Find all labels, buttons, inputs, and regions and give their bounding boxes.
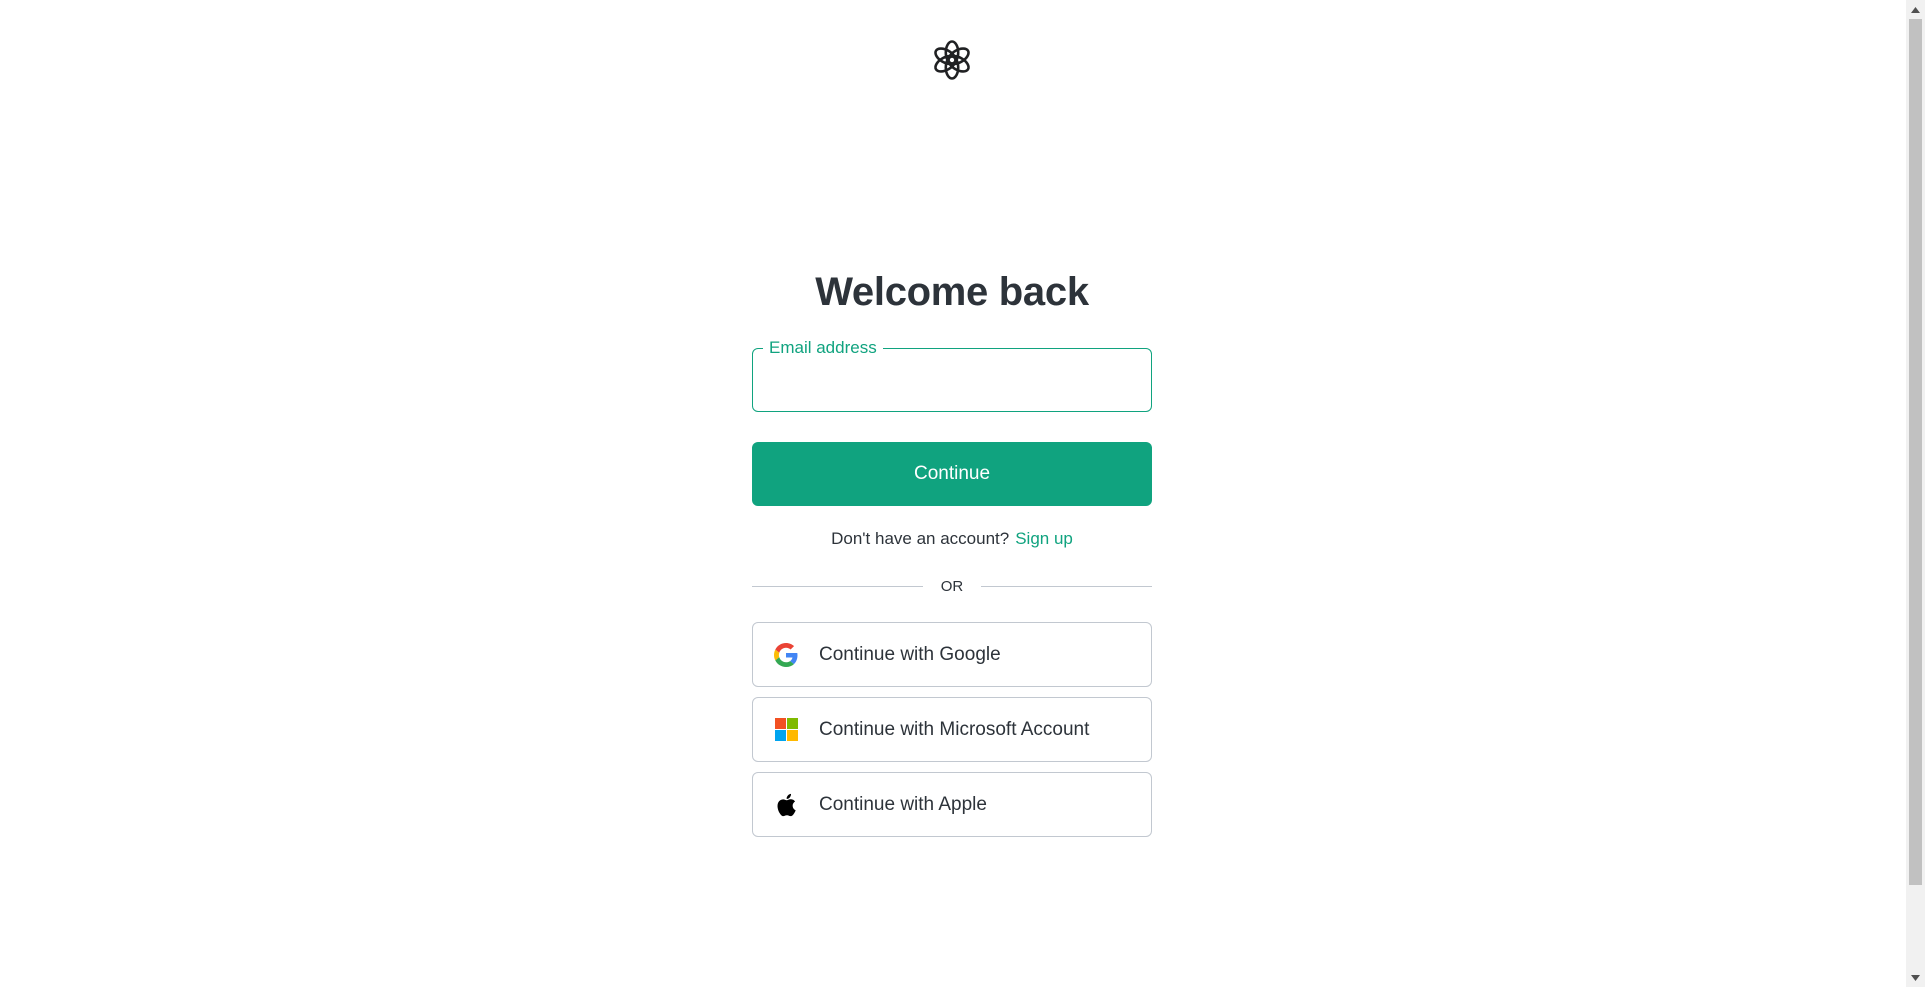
- login-form-container: Welcome back Email address Continue Don'…: [752, 262, 1152, 837]
- continue-with-microsoft-button[interactable]: Continue with Microsoft Account: [752, 697, 1152, 762]
- email-field-wrapper: Email address: [752, 338, 1152, 412]
- signup-prompt-text: Don't have an account?: [831, 529, 1010, 548]
- scrollbar-thumb[interactable]: [1909, 19, 1922, 885]
- continue-with-apple-button[interactable]: Continue with Apple: [752, 772, 1152, 837]
- email-field[interactable]: [753, 349, 1151, 411]
- apple-button-label: Continue with Apple: [819, 793, 987, 815]
- divider-line-left: [752, 585, 923, 587]
- signup-prompt-row: Don't have an account? Sign up: [752, 528, 1152, 550]
- sign-up-link[interactable]: Sign up: [1015, 529, 1073, 548]
- google-icon: [773, 642, 799, 668]
- microsoft-button-label: Continue with Microsoft Account: [819, 718, 1090, 740]
- openai-logo-icon: [934, 40, 970, 80]
- scroll-down-arrow-icon[interactable]: [1906, 968, 1925, 987]
- divider-label: OR: [940, 577, 964, 595]
- google-button-label: Continue with Google: [819, 643, 1001, 665]
- divider-line-right: [981, 585, 1152, 587]
- or-divider: OR: [752, 576, 1152, 596]
- scroll-up-arrow-icon[interactable]: [1906, 0, 1925, 19]
- microsoft-icon: [773, 717, 799, 743]
- page-title: Welcome back: [815, 270, 1089, 314]
- continue-with-google-button[interactable]: Continue with Google: [752, 622, 1152, 687]
- login-page: Welcome back Email address Continue Don'…: [0, 0, 1925, 987]
- apple-icon: [773, 792, 799, 818]
- vertical-scrollbar[interactable]: [1906, 0, 1925, 987]
- continue-button[interactable]: Continue: [752, 442, 1152, 506]
